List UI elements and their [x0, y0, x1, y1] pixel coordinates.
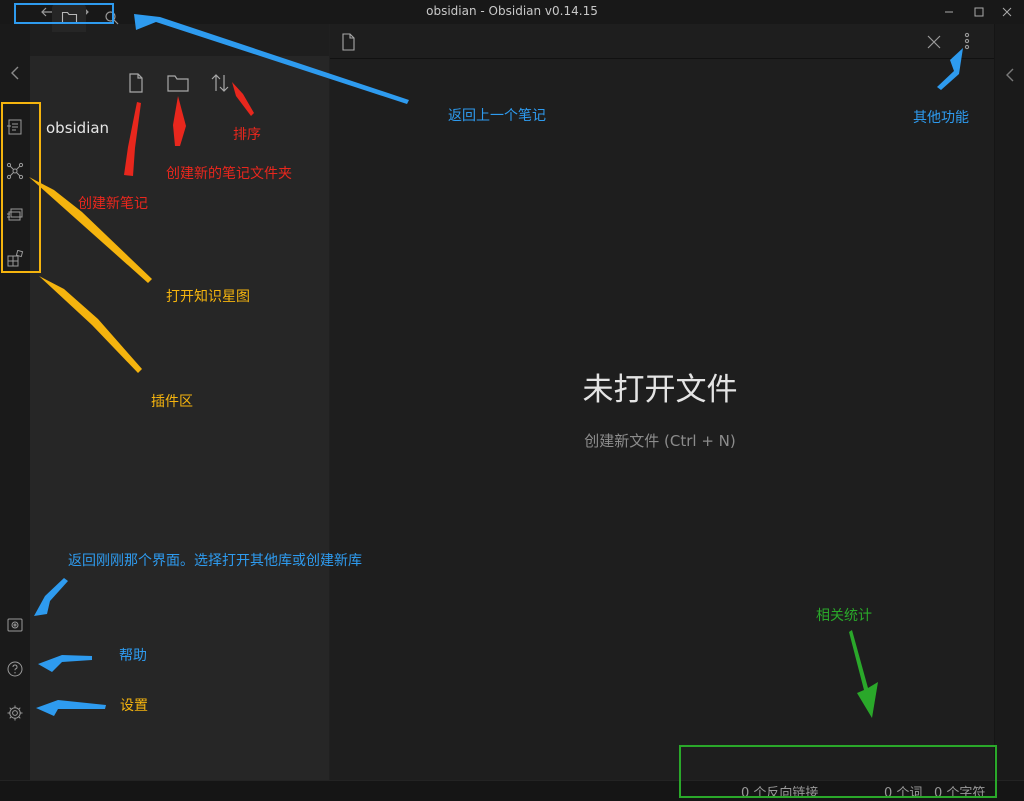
annotation-help: 帮助 — [119, 648, 147, 664]
annotation-statistics: 相关统计 — [816, 608, 872, 624]
annotation-sort: 排序 — [233, 127, 261, 143]
arrow-sort — [232, 82, 254, 116]
annotation-open-graph: 打开知识星图 — [166, 289, 250, 305]
annotation-new-folder: 创建新的笔记文件夹 — [166, 166, 292, 182]
annotation-more-functions: 其他功能 — [913, 110, 969, 126]
arrow-plugins — [39, 276, 142, 373]
annotation-new-note: 创建新笔记 — [78, 196, 148, 212]
arrow-vault-screen — [34, 578, 68, 616]
arrow-statistics — [849, 630, 878, 718]
arrow-new-note — [124, 102, 141, 176]
annotation-back-prev-note: 返回上一个笔记 — [448, 108, 546, 124]
arrow-help — [38, 655, 92, 672]
annotation-vault-screen: 返回刚刚那个界面。选择打开其他库或创建新库 — [68, 553, 362, 569]
annotation-plugin-area: 插件区 — [151, 394, 193, 410]
arrow-new-folder — [173, 96, 186, 146]
arrow-settings — [36, 700, 106, 716]
annotation-settings: 设置 — [120, 698, 148, 714]
arrow-more-functions — [937, 48, 963, 90]
arrow-back-prev-note — [134, 14, 409, 104]
